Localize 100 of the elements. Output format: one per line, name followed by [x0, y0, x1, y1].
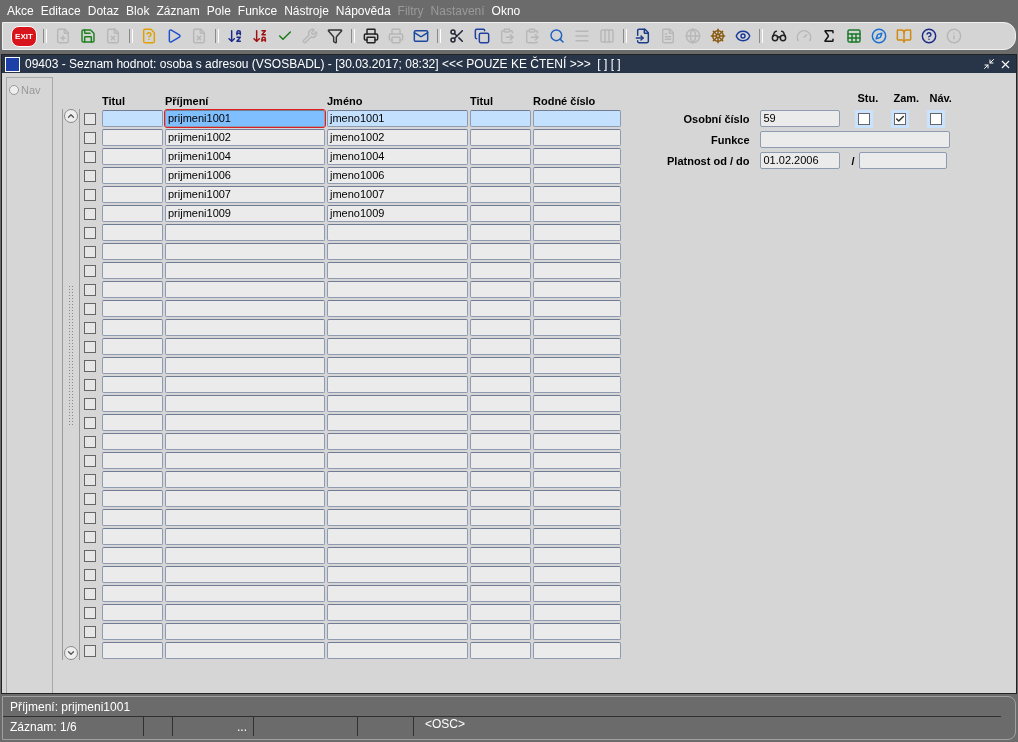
table-cell[interactable] [327, 528, 468, 545]
table-cell[interactable] [102, 186, 163, 203]
search-icon[interactable] [547, 26, 567, 46]
table-cell[interactable] [327, 452, 468, 469]
table-cell[interactable] [470, 110, 531, 127]
table-cell[interactable]: prijmeni1009 [165, 205, 325, 222]
checkbox[interactable] [84, 492, 96, 505]
checkbox[interactable] [84, 530, 96, 543]
table-cell[interactable]: prijmeni1006 [165, 167, 325, 184]
table-cell[interactable] [470, 566, 531, 583]
checkbox[interactable] [84, 188, 96, 201]
checkbox[interactable] [84, 207, 96, 220]
checkbox[interactable] [84, 302, 96, 315]
table-cell[interactable] [470, 224, 531, 241]
table-cell[interactable] [470, 623, 531, 640]
table-cell[interactable]: jmeno1007 [327, 186, 468, 203]
table-cell[interactable] [533, 224, 621, 241]
checkbox[interactable] [84, 264, 96, 277]
checkbox[interactable] [84, 435, 96, 448]
table-cell[interactable] [470, 262, 531, 279]
save-icon[interactable] [78, 26, 98, 46]
table-cell[interactable] [470, 604, 531, 621]
table-cell[interactable] [533, 642, 621, 659]
table-cell[interactable] [533, 528, 621, 545]
table-cell[interactable] [165, 566, 325, 583]
table-cell[interactable] [327, 471, 468, 488]
menu-item[interactable]: Funkce [235, 4, 283, 18]
table-cell[interactable] [102, 414, 163, 431]
scroll-up-icon[interactable] [64, 109, 78, 123]
table-cell[interactable] [470, 300, 531, 317]
table-cell[interactable] [470, 528, 531, 545]
table-cell[interactable] [102, 357, 163, 374]
table-cell[interactable]: jmeno1002 [327, 129, 468, 146]
checkbox[interactable] [84, 321, 96, 334]
checkbox[interactable] [84, 359, 96, 372]
compass-icon[interactable] [869, 26, 889, 46]
table-cell[interactable] [102, 471, 163, 488]
input-field[interactable] [858, 152, 947, 169]
table-cell[interactable] [327, 642, 468, 659]
table-cell[interactable] [102, 148, 163, 165]
table-cell[interactable] [165, 433, 325, 450]
checkbox[interactable] [84, 169, 96, 182]
table-cell[interactable] [327, 338, 468, 355]
table-cell[interactable] [327, 224, 468, 241]
book-icon[interactable] [894, 26, 914, 46]
table-cell[interactable] [102, 110, 163, 127]
checkbox[interactable] [857, 112, 870, 125]
restore-icon[interactable] [983, 58, 995, 70]
table-cell[interactable] [165, 262, 325, 279]
wheel-icon[interactable] [708, 26, 728, 46]
table-cell[interactable] [165, 547, 325, 564]
scroll-down-icon[interactable] [64, 646, 78, 660]
menu-item[interactable]: Akce [5, 4, 39, 18]
table-cell[interactable] [533, 281, 621, 298]
table-cell[interactable] [533, 186, 621, 203]
table-cell[interactable] [533, 433, 621, 450]
spreadsheet-icon[interactable] [844, 26, 864, 46]
table-cell[interactable] [165, 452, 325, 469]
table-cell[interactable] [102, 262, 163, 279]
printer-icon[interactable] [361, 26, 381, 46]
table-cell[interactable] [165, 243, 325, 260]
checkbox[interactable] [84, 606, 96, 619]
checkbox[interactable] [84, 587, 96, 600]
table-cell[interactable] [327, 623, 468, 640]
table-cell[interactable] [327, 281, 468, 298]
menu-item[interactable]: Blok [124, 4, 155, 18]
table-cell[interactable] [327, 376, 468, 393]
table-cell[interactable]: prijmeni1001 [165, 110, 325, 127]
table-cell[interactable] [327, 243, 468, 260]
table-cell[interactable] [470, 509, 531, 526]
table-cell[interactable] [102, 566, 163, 583]
menu-item[interactable]: Dotaz [85, 4, 125, 18]
table-cell[interactable] [470, 471, 531, 488]
table-cell[interactable] [470, 338, 531, 355]
table-cell[interactable] [102, 585, 163, 602]
table-cell[interactable] [470, 167, 531, 184]
table-cell[interactable] [533, 338, 621, 355]
table-cell[interactable]: jmeno1006 [327, 167, 468, 184]
table-cell[interactable] [533, 395, 621, 412]
checkbox[interactable] [84, 112, 96, 125]
table-cell[interactable]: jmeno1009 [327, 205, 468, 222]
table-cell[interactable] [165, 224, 325, 241]
table-cell[interactable] [533, 509, 621, 526]
checkbox[interactable] [84, 625, 96, 638]
table-cell[interactable] [102, 205, 163, 222]
table-cell[interactable] [533, 376, 621, 393]
table-cell[interactable] [102, 623, 163, 640]
checkbox[interactable] [84, 416, 96, 429]
table-cell[interactable] [102, 167, 163, 184]
checkbox[interactable] [84, 454, 96, 467]
table-cell[interactable] [165, 509, 325, 526]
checkbox[interactable] [893, 112, 906, 125]
table-cell[interactable] [327, 414, 468, 431]
table-cell[interactable] [165, 490, 325, 507]
menu-item[interactable]: Záznam [154, 4, 205, 18]
checkbox[interactable] [84, 150, 96, 163]
scrollbar[interactable] [62, 109, 80, 660]
table-cell[interactable] [165, 319, 325, 336]
menu-item[interactable]: Okno [489, 4, 526, 18]
table-cell[interactable] [533, 300, 621, 317]
